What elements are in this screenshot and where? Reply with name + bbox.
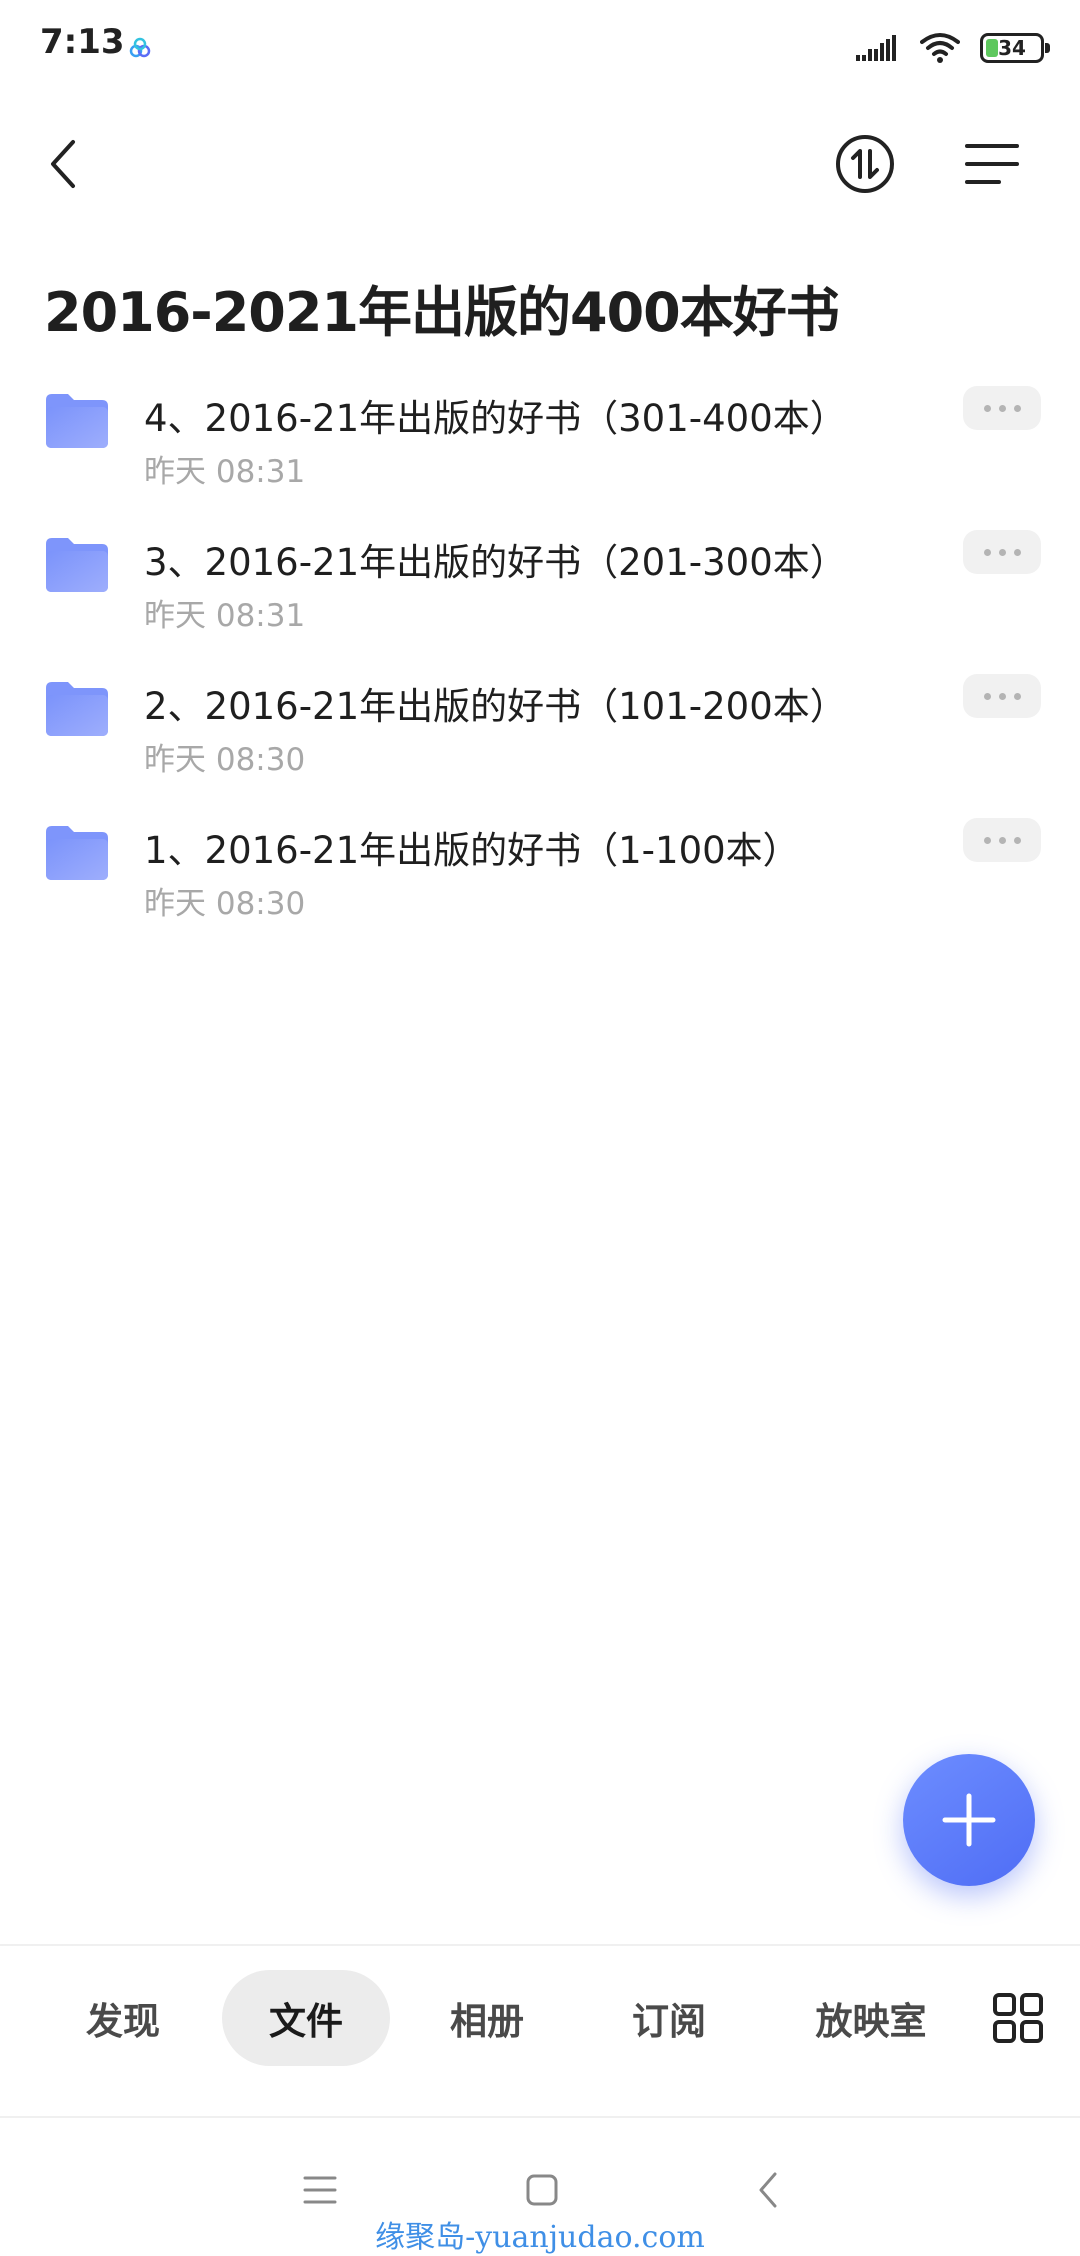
home-icon bbox=[526, 2174, 558, 2206]
dot bbox=[998, 548, 1006, 556]
tab-files[interactable]: 文件 bbox=[222, 1970, 390, 2066]
folder-icon bbox=[46, 538, 108, 592]
dot bbox=[998, 836, 1006, 844]
status-time: 7:13 bbox=[40, 22, 125, 62]
more-options-button[interactable] bbox=[963, 674, 1041, 718]
signal-icon bbox=[856, 35, 896, 61]
folder-row[interactable]: 4、2016-21年出版的好书（301-400本） 昨天 08:31 bbox=[0, 372, 1080, 516]
menu-icon bbox=[965, 144, 1019, 184]
tab-screening-room[interactable]: 放映室 bbox=[806, 1970, 936, 2066]
bottom-tab-bar: 发现 文件 相册 订阅 放映室 bbox=[0, 1944, 1080, 2118]
more-options-button[interactable] bbox=[963, 530, 1041, 574]
home-button[interactable] bbox=[512, 2160, 572, 2220]
dot bbox=[983, 404, 991, 412]
folder-modified-time: 昨天 08:30 bbox=[144, 742, 306, 778]
tab-discover[interactable]: 发现 bbox=[64, 1970, 182, 2066]
folder-name: 4、2016-21年出版的好书（301-400本） bbox=[144, 397, 847, 440]
battery-tip bbox=[1045, 43, 1050, 53]
folder-row[interactable]: 2、2016-21年出版的好书（101-200本） 昨天 08:30 bbox=[0, 660, 1080, 804]
file-list: 4、2016-21年出版的好书（301-400本） 昨天 08:31 3、201… bbox=[0, 372, 1080, 948]
cloud-app-icon bbox=[129, 37, 151, 58]
dot bbox=[983, 548, 991, 556]
folder-row[interactable]: 3、2016-21年出版的好书（201-300本） 昨天 08:31 bbox=[0, 516, 1080, 660]
plus-icon bbox=[942, 1793, 996, 1847]
folder-modified-time: 昨天 08:31 bbox=[144, 598, 306, 634]
menu-button[interactable] bbox=[952, 124, 1032, 204]
dot bbox=[998, 692, 1006, 700]
tab-albums[interactable]: 相册 bbox=[428, 1970, 546, 2066]
status-icons: 34 bbox=[856, 28, 1050, 68]
recent-apps-icon bbox=[303, 2176, 337, 2204]
dot bbox=[983, 692, 991, 700]
more-options-button[interactable] bbox=[963, 386, 1041, 430]
battery-level: 34 bbox=[998, 36, 1026, 60]
status-bar: 7:13 34 bbox=[0, 0, 1080, 96]
back-button[interactable] bbox=[28, 124, 98, 204]
watermark-text: 缘聚岛-yuanjudao.com bbox=[375, 2220, 705, 2255]
system-back-button[interactable] bbox=[738, 2160, 798, 2220]
more-tabs-button[interactable] bbox=[986, 1970, 1050, 2066]
folder-modified-time: 昨天 08:31 bbox=[144, 454, 306, 490]
dot bbox=[998, 404, 1006, 412]
back-icon bbox=[759, 2172, 777, 2208]
folder-name: 3、2016-21年出版的好书（201-300本） bbox=[144, 541, 847, 584]
more-options-button[interactable] bbox=[963, 818, 1041, 862]
grid-icon bbox=[993, 1993, 1043, 2043]
folder-row[interactable]: 1、2016-21年出版的好书（1-100本） 昨天 08:30 bbox=[0, 804, 1080, 948]
dot bbox=[1013, 548, 1021, 556]
tab-subscriptions[interactable]: 订阅 bbox=[610, 1970, 728, 2066]
folder-icon bbox=[46, 682, 108, 736]
sort-button[interactable] bbox=[828, 124, 902, 204]
sort-icon bbox=[836, 135, 894, 193]
dot bbox=[983, 836, 991, 844]
folder-modified-time: 昨天 08:30 bbox=[144, 886, 306, 922]
dot bbox=[1013, 836, 1021, 844]
folder-icon bbox=[46, 394, 108, 448]
folder-name: 1、2016-21年出版的好书（1-100本） bbox=[144, 829, 800, 872]
folder-icon bbox=[46, 826, 108, 880]
dot bbox=[1013, 692, 1021, 700]
chevron-left-icon bbox=[51, 140, 75, 188]
battery-icon: 34 bbox=[980, 33, 1050, 63]
add-button[interactable] bbox=[903, 1754, 1035, 1886]
wifi-icon bbox=[920, 33, 960, 63]
dot bbox=[1013, 404, 1021, 412]
recent-apps-button[interactable] bbox=[290, 2160, 350, 2220]
page-title: 2016-2021年出版的400本好书 bbox=[44, 281, 840, 344]
folder-name: 2、2016-21年出版的好书（101-200本） bbox=[144, 685, 847, 728]
